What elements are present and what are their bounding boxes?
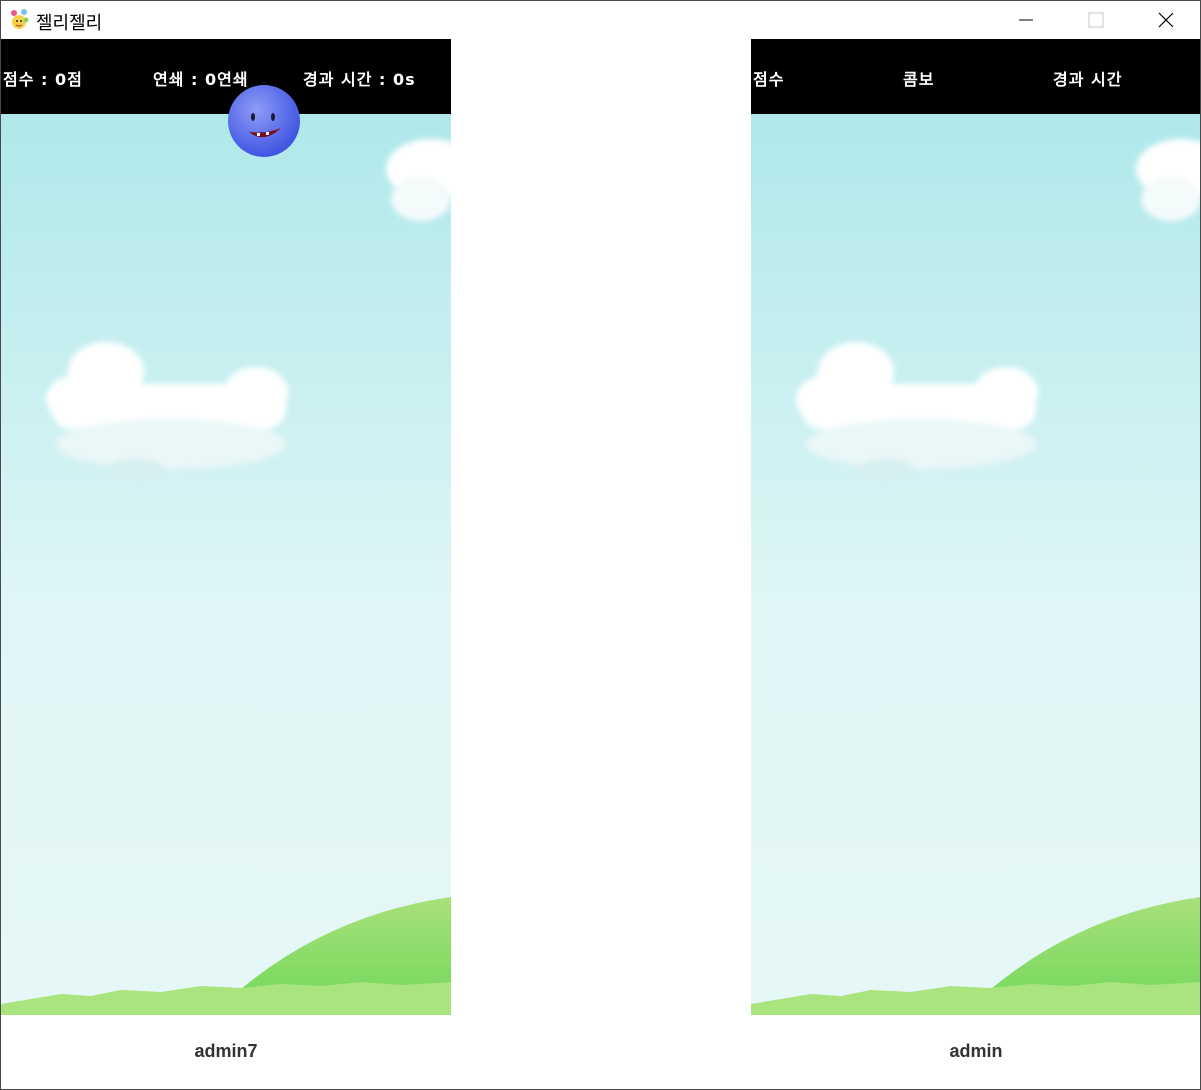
cloud xyxy=(386,139,451,221)
game-background xyxy=(1,114,451,1015)
minimize-button[interactable] xyxy=(991,1,1061,39)
player-name-left: admin7 xyxy=(194,1041,258,1061)
player-name-right: admin xyxy=(949,1041,1003,1061)
score-label: 점수 xyxy=(753,70,785,89)
combo-label: 콤보 xyxy=(903,70,935,89)
maximize-button[interactable] xyxy=(1061,1,1131,39)
close-icon xyxy=(1158,12,1174,28)
hud-bar: 점수 : 0점 연쇄 : 0연쇄 경과 시간 : 0s xyxy=(1,39,451,114)
player-panel-left: 점수 : 0점 연쇄 : 0연쇄 경과 시간 : 0s xyxy=(1,39,451,1015)
minimize-icon xyxy=(1019,19,1033,21)
window-title: 젤리젤리 xyxy=(36,13,103,34)
game-window: 젤리젤리 점수 : 0점 연쇄 : 0연쇄 경과 시간 : 0s 점수 콤보 경… xyxy=(0,0,1201,1090)
hud-bar: 점수 콤보 경과 시간 xyxy=(751,39,1200,114)
jelly-character[interactable] xyxy=(227,84,301,158)
player-panel-right: 점수 콤보 경과 시간 xyxy=(751,39,1200,1015)
elapsed-time-label: 경과 시간 : 0s xyxy=(303,70,416,89)
close-button[interactable] xyxy=(1131,1,1200,39)
cloud xyxy=(1136,139,1200,221)
score-label: 점수 : 0점 xyxy=(3,70,83,89)
elapsed-time-label: 경과 시간 xyxy=(1053,70,1123,89)
jelly-app-icon xyxy=(11,9,29,29)
game-background xyxy=(751,114,1200,1015)
title-bar: 젤리젤리 xyxy=(1,1,1200,39)
maximize-icon xyxy=(1088,12,1104,28)
